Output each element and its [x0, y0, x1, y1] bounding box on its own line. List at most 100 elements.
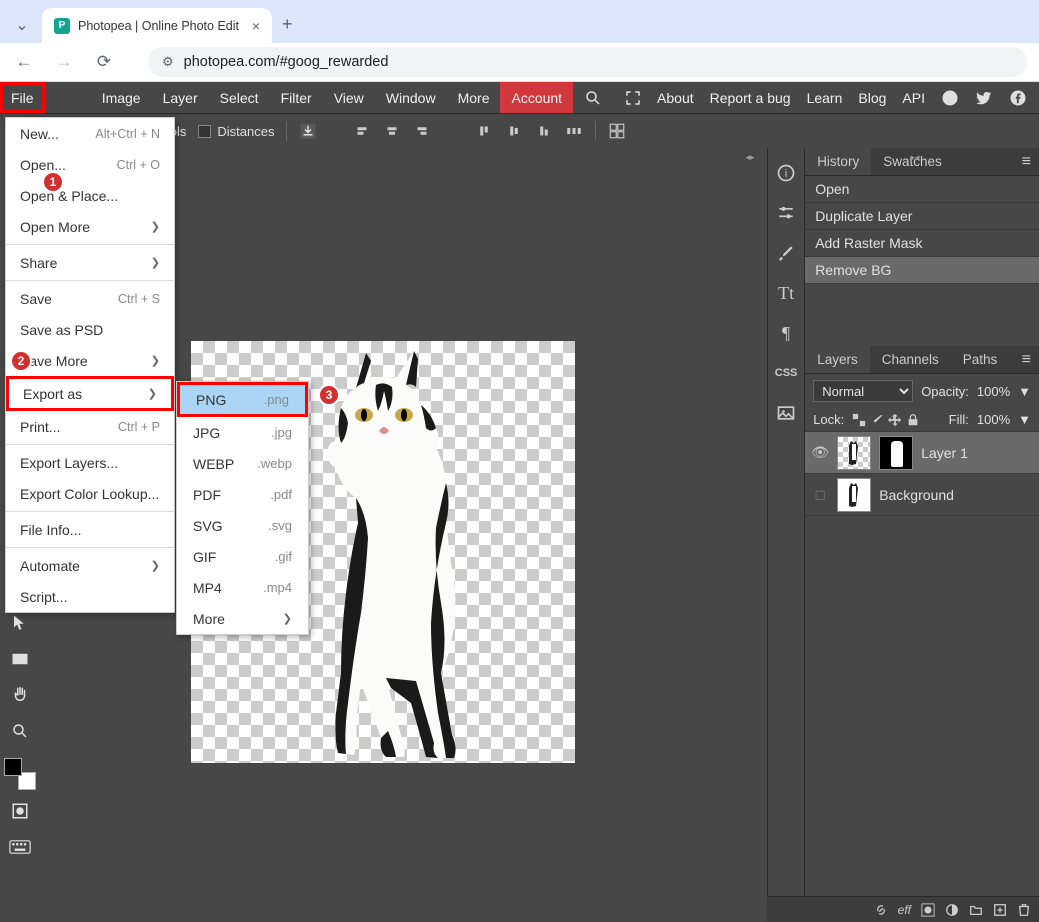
history-item[interactable]: Duplicate Layer [805, 203, 1039, 230]
menu-select[interactable]: Select [209, 82, 270, 113]
forward-button[interactable]: → [52, 52, 76, 72]
panel-menu-icon[interactable]: ≡ [1014, 351, 1039, 369]
align-center-h-icon[interactable] [383, 122, 401, 140]
css-icon[interactable]: CSS [775, 362, 797, 384]
tab-paths[interactable]: Paths [951, 346, 1010, 373]
export-more[interactable]: More❯ [177, 603, 308, 634]
visibility-toggle[interactable]: ◻ [811, 486, 829, 503]
menu-save-psd[interactable]: Save as PSD [6, 314, 174, 345]
tab-history[interactable]: History [805, 148, 871, 175]
url-input[interactable]: ⚙ photopea.com/#goog_rewarded [148, 47, 1027, 77]
menu-view[interactable]: View [323, 82, 375, 113]
menu-more[interactable]: More [447, 82, 501, 113]
export-gif[interactable]: GIF.gif [177, 541, 308, 572]
back-button[interactable]: ← [12, 52, 36, 72]
layer-mask-thumbnail[interactable] [879, 436, 913, 470]
fill-value[interactable]: 100% [977, 412, 1010, 427]
menu-export-layers[interactable]: Export Layers... [6, 447, 174, 478]
reddit-icon[interactable] [941, 89, 959, 107]
export-pdf[interactable]: PDF.pdf [177, 479, 308, 510]
link-about[interactable]: About [657, 90, 694, 106]
opacity-value[interactable]: 100% [977, 384, 1010, 399]
foreground-color-swatch[interactable] [4, 758, 22, 776]
align-top-icon[interactable] [475, 122, 493, 140]
paragraph-icon[interactable]: ¶ [775, 322, 797, 344]
fill-dropdown-icon[interactable]: ▼ [1018, 412, 1031, 427]
export-svg[interactable]: SVG.svg [177, 510, 308, 541]
layer-name[interactable]: Layer 1 [921, 445, 968, 461]
menu-file-info[interactable]: File Info... [6, 514, 174, 545]
new-tab-button[interactable]: + [282, 14, 293, 35]
export-webp[interactable]: WEBP.webp [177, 448, 308, 479]
color-swatches[interactable] [4, 758, 36, 790]
menu-print[interactable]: Print...Ctrl + P [6, 411, 174, 442]
sliders-icon[interactable] [775, 202, 797, 224]
tab-layers[interactable]: Layers [805, 346, 870, 373]
tab-channels[interactable]: Channels [870, 346, 951, 373]
history-item[interactable]: Add Raster Mask [805, 230, 1039, 257]
brush-icon[interactable] [775, 242, 797, 264]
link-api[interactable]: API [902, 90, 925, 106]
link-report-bug[interactable]: Report a bug [710, 90, 791, 106]
keyboard-icon[interactable] [5, 832, 35, 862]
menu-file[interactable]: File [0, 82, 45, 113]
layer-row[interactable]: 👁 Layer 1 [805, 432, 1039, 474]
menu-script[interactable]: Script... [6, 581, 174, 612]
rectangle-tool[interactable] [5, 644, 35, 674]
grid-icon[interactable] [608, 122, 626, 140]
menu-export-as[interactable]: Export as❯ [6, 376, 174, 411]
export-mp4[interactable]: MP4.mp4 [177, 572, 308, 603]
collapse-icon[interactable]: ◂▸ [730, 152, 770, 164]
type-icon[interactable]: Tt [775, 282, 797, 304]
reload-button[interactable]: ⟳ [92, 52, 116, 72]
trash-icon[interactable] [1017, 903, 1031, 917]
menu-export-color-lookup[interactable]: Export Color Lookup... [6, 478, 174, 509]
layer-row[interactable]: ◻ Background [805, 474, 1039, 516]
menu-share[interactable]: Share❯ [6, 247, 174, 278]
export-jpg[interactable]: JPG.jpg [177, 417, 308, 448]
export-png[interactable]: PNG.png [177, 382, 308, 417]
lock-pixels-icon[interactable] [870, 413, 884, 427]
menu-open-place[interactable]: Open & Place... [6, 180, 174, 211]
quickmask-tool[interactable] [5, 796, 35, 826]
info-icon[interactable]: i [775, 162, 797, 184]
image-icon[interactable] [775, 402, 797, 424]
menu-layer[interactable]: Layer [152, 82, 209, 113]
history-item[interactable]: Remove BG [805, 257, 1039, 284]
align-right-icon[interactable] [413, 122, 431, 140]
folder-icon[interactable] [969, 903, 983, 917]
browser-tab[interactable]: P Photopea | Online Photo Edit × [42, 8, 272, 43]
link-learn[interactable]: Learn [807, 90, 843, 106]
layer-name[interactable]: Background [879, 487, 954, 503]
menu-save[interactable]: SaveCtrl + S [6, 283, 174, 314]
eff-label[interactable]: eff [898, 903, 911, 917]
facebook-icon[interactable] [1009, 89, 1027, 107]
link-icon[interactable] [874, 903, 888, 917]
distribute-icon[interactable] [565, 122, 583, 140]
distances-toggle[interactable]: Distances [198, 124, 274, 139]
menu-open-more[interactable]: Open More❯ [6, 211, 174, 242]
menu-filter[interactable]: Filter [270, 82, 323, 113]
blend-mode-select[interactable]: Normal [813, 380, 913, 402]
menu-image[interactable]: Image [91, 82, 152, 113]
align-left-icon[interactable] [353, 122, 371, 140]
menu-window[interactable]: Window [375, 82, 447, 113]
search-icon[interactable] [573, 82, 613, 113]
menu-automate[interactable]: Automate❯ [6, 550, 174, 581]
panel-menu-icon[interactable]: ≡ [1014, 153, 1039, 171]
site-info-icon[interactable]: ⚙ [162, 54, 174, 70]
adjustment-icon[interactable] [945, 903, 959, 917]
tab-list-dropdown[interactable]: ⌄ [8, 11, 36, 39]
zoom-tool[interactable] [5, 716, 35, 746]
lock-transparent-icon[interactable] [852, 413, 866, 427]
lock-position-icon[interactable] [888, 413, 902, 427]
menu-open[interactable]: Open...Ctrl + O [6, 149, 174, 180]
align-middle-icon[interactable] [505, 122, 523, 140]
menu-new[interactable]: New...Alt+Ctrl + N [6, 118, 174, 149]
close-tab-icon[interactable]: × [252, 18, 260, 34]
visibility-toggle[interactable]: 👁 [811, 444, 829, 461]
new-layer-icon[interactable] [993, 903, 1007, 917]
download-icon[interactable] [299, 122, 317, 140]
lock-all-icon[interactable] [906, 413, 920, 427]
align-bottom-icon[interactable] [535, 122, 553, 140]
